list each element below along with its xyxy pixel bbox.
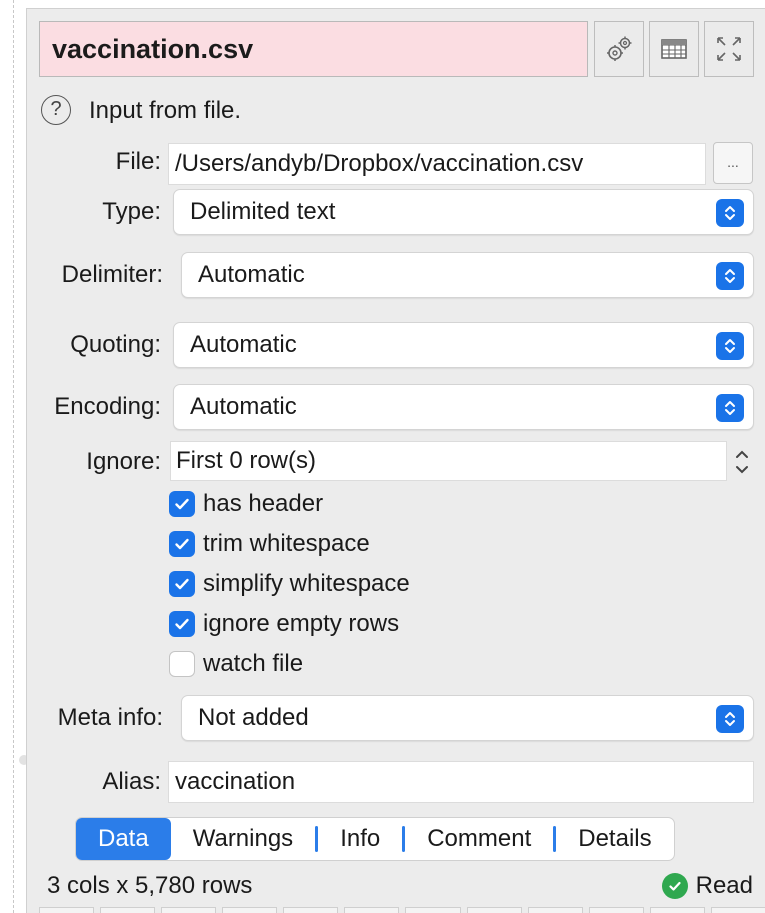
tab-bar: Data Warnings Info Comment Details [75, 817, 675, 861]
checkbox-checked-icon[interactable] [169, 531, 195, 557]
delimiter-label: Delimiter: [61, 261, 163, 288]
row-col-count: 3 cols x 5,780 rows [47, 872, 253, 899]
select-stepper-icon [716, 705, 744, 733]
option-label: simplify whitespace [203, 570, 410, 597]
read-status: Read [661, 871, 753, 901]
read-status-label: Read [695, 872, 753, 899]
type-select[interactable]: Delimited text [173, 189, 754, 235]
encoding-label: Encoding: [54, 393, 161, 420]
meta-info-select[interactable]: Not added [181, 695, 754, 741]
checkbox-checked-icon[interactable] [169, 571, 195, 597]
expand-icon [717, 37, 741, 61]
checkbox-checked-icon[interactable] [169, 491, 195, 517]
checkbox-unchecked-icon[interactable] [169, 651, 195, 677]
settings-gears-icon [607, 36, 632, 61]
type-label: Type: [102, 198, 161, 225]
tab-data[interactable]: Data [76, 818, 171, 860]
outer-frame-edge [0, 0, 14, 913]
tab-warnings[interactable]: Warnings [171, 818, 315, 860]
quoting-value: Automatic [190, 331, 297, 358]
ignore-label: Ignore: [86, 448, 161, 475]
help-icon[interactable]: ? [41, 95, 71, 125]
browse-button[interactable]: ... [713, 142, 753, 184]
data-grid-header-strip [39, 907, 765, 913]
select-stepper-icon [716, 332, 744, 360]
meta-info-label: Meta info: [57, 704, 163, 731]
option-label: trim whitespace [203, 530, 370, 557]
table-view-icon [661, 39, 687, 59]
node-title-field[interactable]: vaccination.csv [39, 21, 588, 77]
encoding-select[interactable]: Automatic [173, 384, 754, 430]
select-stepper-icon [716, 199, 744, 227]
file-path-field[interactable]: /Users/andyb/Dropbox/vaccination.csv [168, 143, 706, 185]
tab-info[interactable]: Info [318, 818, 402, 860]
tab-comment[interactable]: Comment [405, 818, 553, 860]
ignore-rows-field[interactable]: First 0 row(s) [170, 441, 727, 481]
option-label: ignore empty rows [203, 610, 400, 637]
checkbox-checked-icon[interactable] [169, 611, 195, 637]
option-watch-file[interactable]: watch file [169, 648, 303, 680]
settings-button[interactable] [594, 21, 644, 77]
info-text: Input from file. [89, 97, 242, 124]
quoting-select[interactable]: Automatic [173, 322, 754, 368]
alias-field[interactable]: vaccination [168, 761, 754, 803]
option-has-header[interactable]: has header [169, 488, 323, 520]
encoding-value: Automatic [190, 393, 297, 420]
expand-button[interactable] [704, 21, 754, 77]
option-label: has header [203, 490, 324, 517]
input-panel: vaccination.csv ? Input from file. File:… [26, 8, 765, 913]
option-label: watch file [203, 650, 304, 677]
select-stepper-icon [716, 394, 744, 422]
option-ignore-empty-rows[interactable]: ignore empty rows [169, 608, 399, 640]
option-trim-whitespace[interactable]: trim whitespace [169, 528, 370, 560]
meta-info-value: Not added [198, 704, 309, 731]
alias-label: Alias: [102, 768, 161, 795]
ignore-spin-arrows[interactable] [730, 442, 754, 482]
select-stepper-icon [716, 262, 744, 290]
table-view-button[interactable] [649, 21, 699, 77]
type-value: Delimited text [190, 198, 336, 225]
option-simplify-whitespace[interactable]: simplify whitespace [169, 568, 410, 600]
delimiter-select[interactable]: Automatic [181, 252, 754, 298]
quoting-label: Quoting: [70, 331, 161, 358]
tab-details[interactable]: Details [556, 818, 673, 860]
file-label: File: [115, 148, 161, 175]
spin-up-down-icon [736, 450, 748, 474]
delimiter-value: Automatic [198, 261, 305, 288]
check-circle-icon [661, 873, 688, 899]
